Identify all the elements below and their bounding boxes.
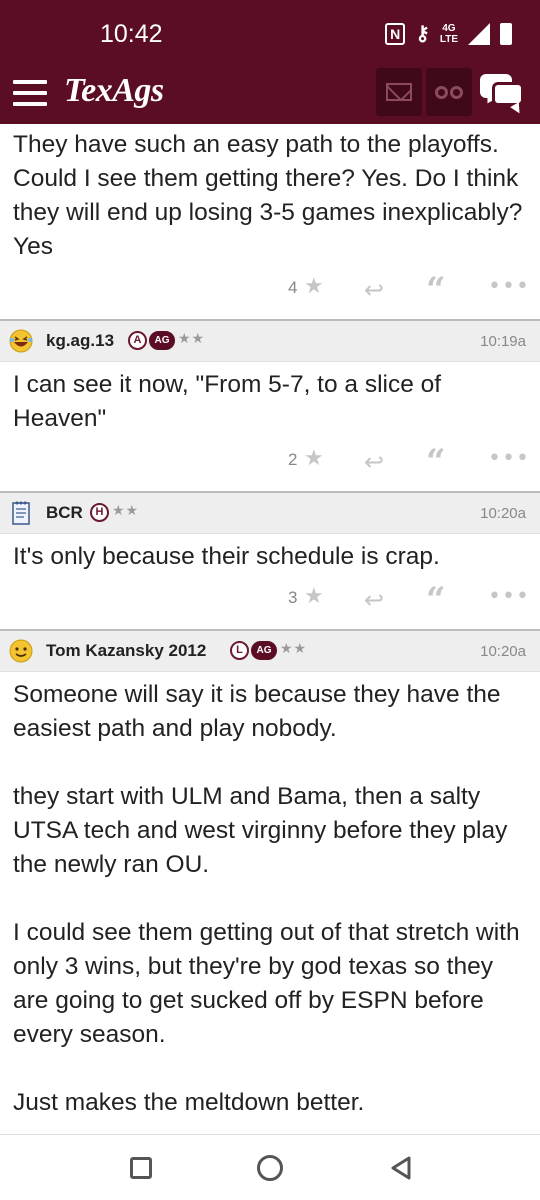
star-icon[interactable]: ★	[304, 446, 324, 471]
post-paragraph: I could see them getting out of that str…	[13, 919, 520, 1048]
like-count: 3	[288, 588, 298, 607]
app-header: TexAgs	[0, 62, 540, 124]
status-time: 10:42	[100, 20, 163, 48]
post-paragraph: they start with ULM and Bama, then a sal…	[13, 783, 508, 878]
user-stars: ★★	[112, 503, 140, 519]
post-time: 10:20a	[480, 643, 526, 660]
quote-icon[interactable]: “	[426, 580, 446, 620]
post-body: Someone will say it is because they have…	[13, 678, 528, 1120]
username[interactable]: kg.ag.13	[46, 331, 114, 351]
post-paragraph: It's only because their schedule is crap…	[13, 543, 440, 570]
user-badge: H	[90, 503, 109, 522]
signal-icon	[468, 22, 490, 45]
watch-button[interactable]	[426, 68, 472, 116]
ag-badge: AG	[251, 641, 277, 660]
notepad-avatar[interactable]	[8, 500, 34, 526]
post-actions: 3 ★ ↩ “ •••	[0, 580, 540, 620]
recents-button[interactable]	[130, 1157, 152, 1179]
user-stars: ★★	[178, 331, 206, 347]
post-body: I can see it now, "From 5-7, to a slice …	[13, 368, 528, 436]
reply-icon[interactable]: ↩	[364, 276, 384, 304]
status-bar: 10:42 N ⚷ 4G LTE	[0, 0, 540, 62]
ag-badge: AG	[149, 331, 175, 350]
post-header: kg.ag.13 A AG ★★ 10:19a	[0, 319, 540, 362]
key-icon: ⚷	[415, 23, 430, 45]
like-count: 2	[288, 450, 298, 469]
post-paragraph: Just makes the meltdown better.	[13, 1089, 365, 1116]
post-body: They have such an easy path to the playo…	[13, 128, 528, 264]
star-icon[interactable]: ★	[304, 274, 324, 299]
network-type: 4G	[442, 22, 456, 34]
more-icon[interactable]: •••	[488, 446, 530, 471]
system-nav-bar	[0, 1134, 540, 1200]
post-paragraph: I can see it now, "From 5-7, to a slice …	[13, 371, 442, 432]
status-icons: N ⚷ 4G LTE	[385, 21, 512, 46]
chat-icon[interactable]	[480, 74, 526, 116]
network-type-icon: 4G LTE	[440, 23, 458, 45]
quote-icon[interactable]: “	[426, 270, 446, 310]
reply-icon[interactable]: ↩	[364, 586, 384, 614]
more-icon[interactable]: •••	[488, 274, 530, 299]
post-paragraph: Someone will say it is because they have…	[13, 681, 501, 742]
user-badge: L	[230, 641, 249, 660]
quote-icon[interactable]: “	[426, 442, 446, 482]
battery-icon	[500, 22, 512, 45]
more-icon[interactable]: •••	[488, 584, 530, 609]
post-header: Tom Kazansky 2012 L AG ★★ 10:20a	[0, 629, 540, 672]
nfc-icon: N	[385, 22, 406, 45]
network-sub: LTE	[439, 33, 458, 45]
post-paragraph: They have such an easy path to the playo…	[13, 131, 523, 260]
messages-button[interactable]	[376, 68, 422, 116]
star-icon[interactable]: ★	[304, 584, 324, 609]
post-body: It's only because their schedule is crap…	[13, 540, 528, 574]
like-count: 4	[288, 278, 298, 297]
post-time: 10:20a	[480, 505, 526, 522]
post-time: 10:19a	[480, 333, 526, 350]
user-badge: A	[128, 331, 147, 350]
site-logo[interactable]: TexAgs	[64, 72, 164, 110]
binoculars-icon	[435, 85, 463, 99]
laughing-emoji-avatar[interactable]	[8, 328, 34, 354]
smiley-emoji-avatar[interactable]	[8, 638, 34, 664]
post-header: BCR H ★★ 10:20a	[0, 491, 540, 534]
mail-icon	[386, 83, 412, 101]
username[interactable]: BCR	[46, 503, 83, 523]
post-actions: 2 ★ ↩ “ •••	[0, 442, 540, 482]
back-button[interactable]	[388, 1155, 414, 1181]
menu-icon[interactable]	[13, 80, 47, 106]
post-actions: 4 ★ ↩ “ •••	[0, 270, 540, 310]
user-stars: ★★	[280, 641, 308, 657]
username[interactable]: Tom Kazansky 2012	[46, 641, 206, 661]
home-button[interactable]	[257, 1155, 283, 1181]
reply-icon[interactable]: ↩	[364, 448, 384, 476]
